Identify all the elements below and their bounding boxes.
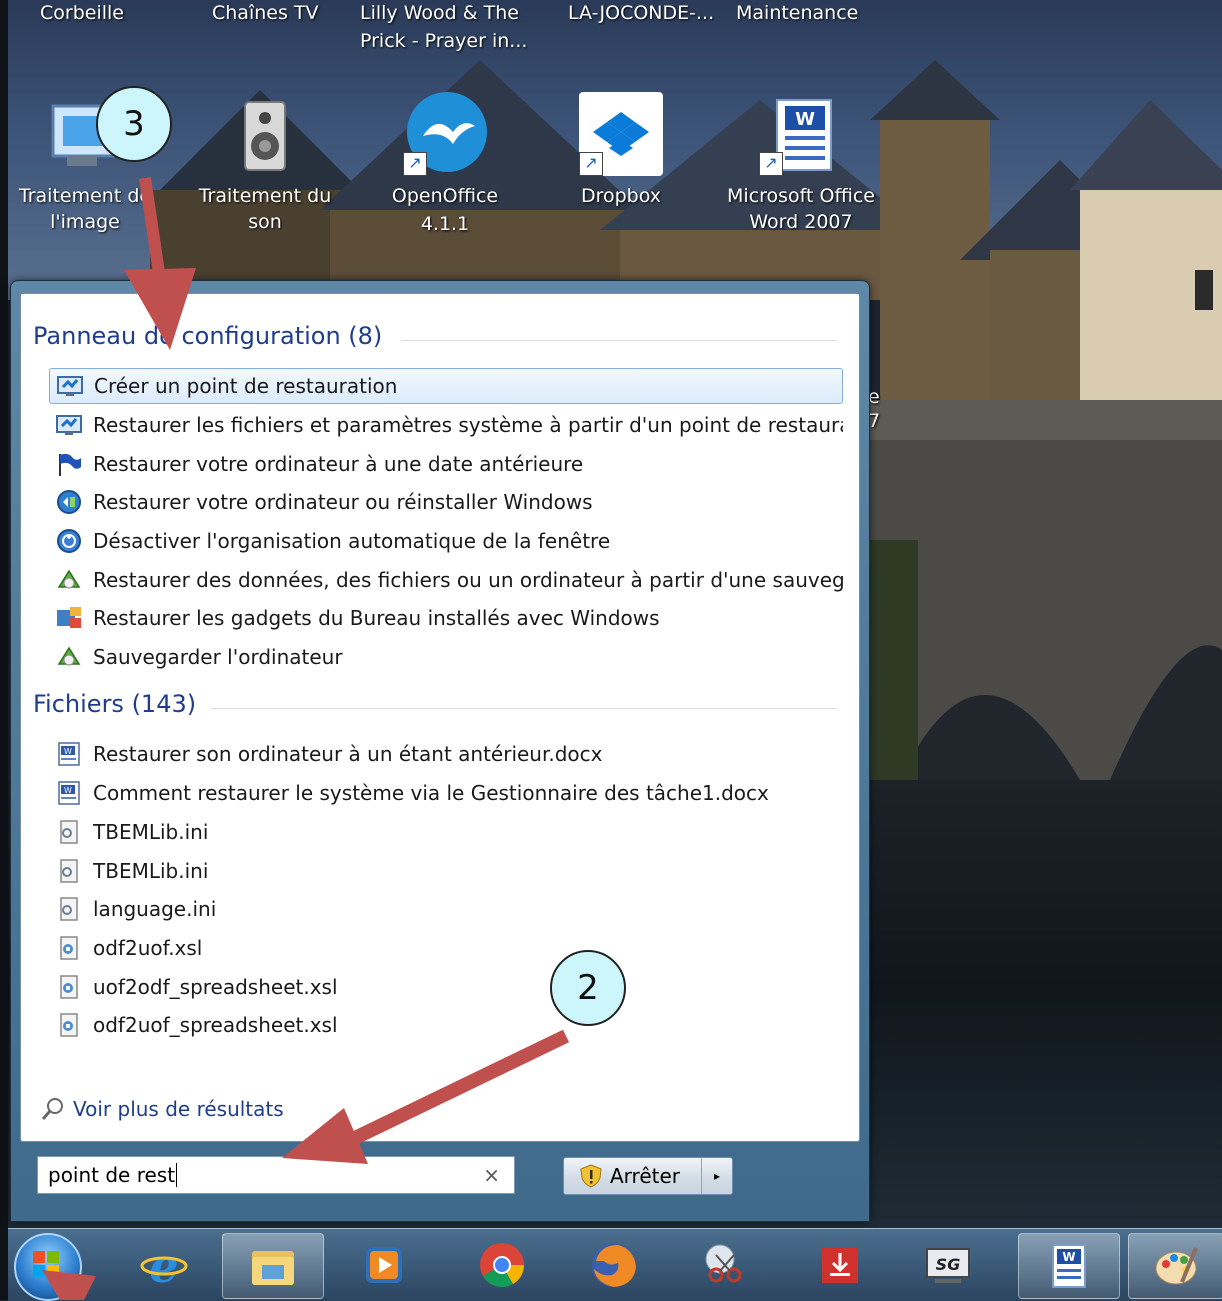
annotation-arrows <box>42 177 570 1300</box>
annotation-arrowhead <box>42 1270 96 1300</box>
annotation-step-2: 2 <box>550 950 626 1026</box>
annotation-arrowhead <box>124 268 196 350</box>
annotation-step-3: 3 <box>96 86 172 162</box>
annotation-arrowhead <box>282 1108 368 1164</box>
annotation-arrow <box>326 1029 570 1157</box>
